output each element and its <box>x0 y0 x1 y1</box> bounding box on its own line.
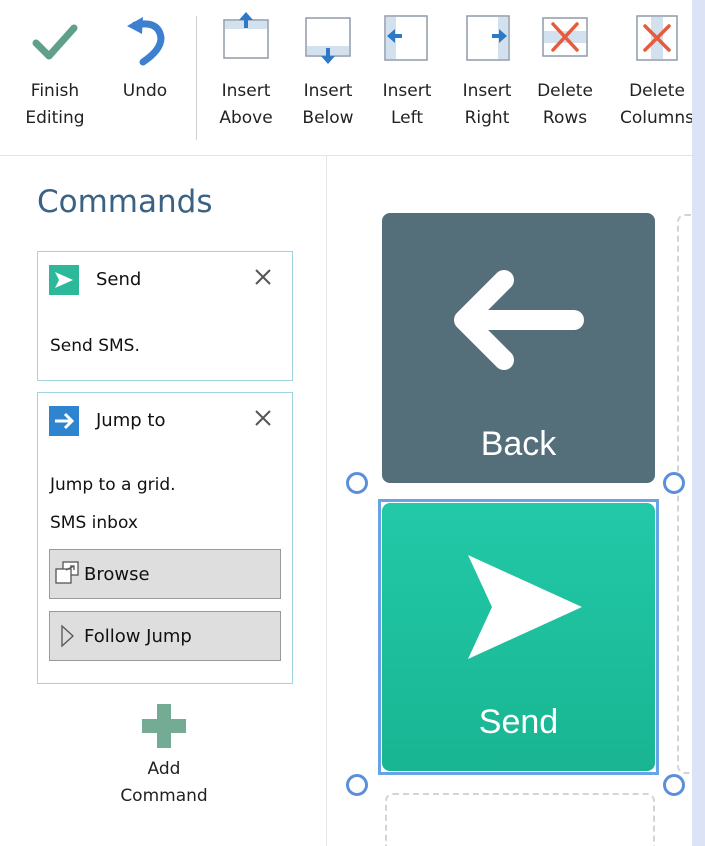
resize-handle-bottom-left[interactable] <box>346 774 368 796</box>
insert-row-above-icon <box>223 12 269 59</box>
send-icon <box>49 264 79 295</box>
finish-editing-button[interactable]: Finish Editing <box>24 10 86 132</box>
send-icon <box>468 555 582 659</box>
insert-below-label: Insert Below <box>302 81 354 128</box>
back-arrow-icon <box>454 270 584 370</box>
follow-jump-button[interactable]: Follow Jump <box>49 611 281 661</box>
card-description: Jump to a grid. <box>50 475 176 495</box>
follow-jump-label: Follow Jump <box>84 625 192 647</box>
close-icon[interactable] <box>252 407 274 429</box>
commands-title: Commands <box>37 184 213 220</box>
delete-columns-button[interactable]: Delete Columns <box>614 10 692 132</box>
browse-icon <box>50 561 84 587</box>
insert-column-right-icon <box>466 15 510 61</box>
plus-icon <box>142 704 186 748</box>
insert-right-label: Insert Right <box>462 81 512 128</box>
grid-tile-back[interactable]: Back <box>382 213 655 483</box>
finish-editing-label: Finish Editing <box>25 81 85 128</box>
ribbon-separator <box>196 16 197 140</box>
resize-handle-top-left[interactable] <box>346 472 368 494</box>
delete-rows-button[interactable]: Delete Rows <box>530 10 600 132</box>
card-title: Send <box>96 269 142 290</box>
insert-left-button[interactable]: Insert Left <box>378 10 436 132</box>
arrow-right-icon <box>49 405 79 436</box>
card-description: Send SMS. <box>50 336 140 356</box>
ribbon-toolbar: Finish Editing Undo Insert Above Insert … <box>0 0 692 156</box>
undo-button[interactable]: Undo <box>116 10 174 105</box>
delete-row-icon <box>542 17 588 57</box>
insert-column-left-icon <box>384 15 428 61</box>
delete-column-icon <box>636 15 678 61</box>
insert-right-button[interactable]: Insert Right <box>454 10 520 132</box>
empty-grid-cell[interactable] <box>385 793 655 846</box>
insert-left-label: Insert Left <box>382 81 432 128</box>
resize-handle-top-right[interactable] <box>663 472 685 494</box>
add-command-label: Add Command <box>120 759 208 806</box>
delete-rows-label: Delete Rows <box>537 81 593 128</box>
insert-above-button[interactable]: Insert Above <box>210 10 282 132</box>
jump-target-name: SMS inbox <box>50 513 138 533</box>
play-triangle-icon <box>50 623 84 649</box>
card-header: Send <box>49 264 141 295</box>
card-header: Jump to <box>49 405 165 436</box>
browse-label: Browse <box>84 563 150 585</box>
checkmark-icon <box>32 24 78 60</box>
browse-button[interactable]: Browse <box>49 549 281 599</box>
card-title: Jump to <box>96 410 166 431</box>
insert-row-below-icon <box>305 17 351 64</box>
command-card-send[interactable]: Send Send SMS. <box>37 251 293 381</box>
resize-handle-bottom-right[interactable] <box>663 774 685 796</box>
app-window: Finish Editing Undo Insert Above Insert … <box>0 0 692 846</box>
delete-columns-label: Delete Columns <box>620 81 692 128</box>
tile-label: Send <box>478 703 559 741</box>
grid-tile-send[interactable]: Send <box>382 503 655 771</box>
grid-canvas: Back Send <box>327 156 692 846</box>
command-card-jump-to[interactable]: Jump to Jump to a grid. SMS inbox Browse <box>37 392 293 684</box>
close-icon[interactable] <box>252 266 274 288</box>
commands-pane: Commands Send Send SMS. Jump to Jump to … <box>0 156 327 846</box>
undo-icon <box>127 17 165 66</box>
tile-label: Back <box>480 425 557 463</box>
insert-above-label: Insert Above <box>219 81 273 128</box>
empty-grid-cell[interactable] <box>677 214 692 774</box>
add-command-button[interactable]: Add Command <box>104 704 224 810</box>
insert-below-button[interactable]: Insert Below <box>293 10 363 132</box>
undo-label: Undo <box>122 81 168 101</box>
